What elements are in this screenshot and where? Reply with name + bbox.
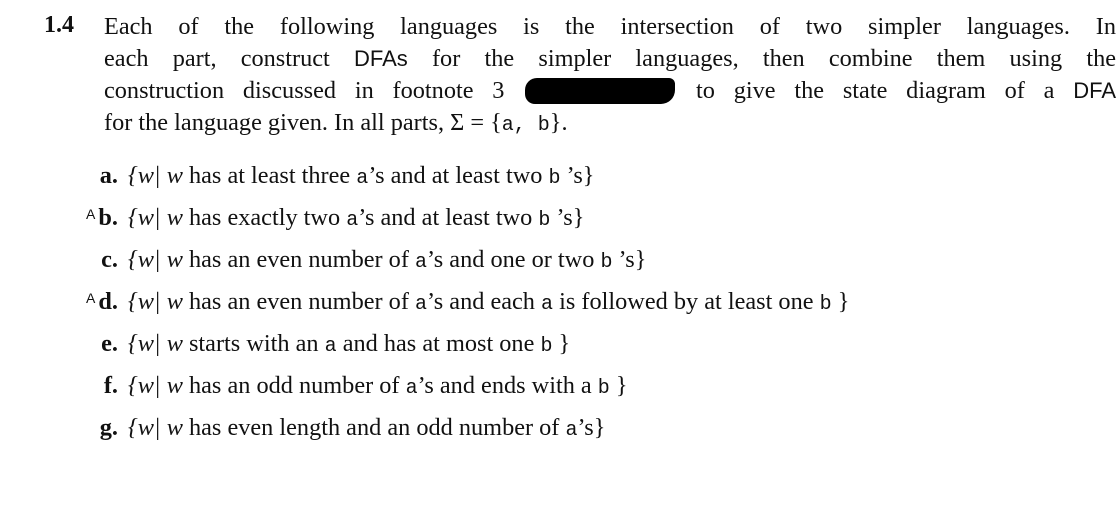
symbol: b xyxy=(597,377,610,400)
variable-w: w xyxy=(166,288,183,315)
item-text-part: ’s} xyxy=(566,162,595,189)
set-prefix: {w| xyxy=(128,372,161,399)
symbol: a xyxy=(415,251,428,274)
dfa-term: DFAs xyxy=(353,46,408,71)
variable-w: w xyxy=(166,330,183,357)
item-text: {w| w has at least three a’s and at leas… xyxy=(128,161,594,194)
redaction-mark xyxy=(525,78,676,104)
intro-line-4: for the language given. In all parts, Σ … xyxy=(104,108,1116,141)
symbol: b xyxy=(538,209,551,232)
item-text-part: } xyxy=(615,372,628,399)
variable-w: w xyxy=(166,414,183,441)
item-label: d. xyxy=(98,288,118,315)
item-text-part: } xyxy=(837,288,850,315)
item-text: {w| w has even length and an odd number … xyxy=(128,413,605,446)
variable-w: w xyxy=(166,204,183,231)
item-text-part: ’s} xyxy=(618,246,647,273)
item-text: {w| w has an odd number of a’s and ends … xyxy=(128,371,628,404)
symbol: b xyxy=(548,167,561,190)
item-text-part: ’s and each xyxy=(427,288,535,315)
item-label: e. xyxy=(101,330,118,357)
item-text-part: and has at most one xyxy=(342,330,535,357)
intro-text-3b: to give the state diagram of a xyxy=(696,77,1055,104)
symbol: a xyxy=(346,209,359,232)
set-prefix: {w| xyxy=(128,204,161,231)
symbol: a xyxy=(541,293,554,316)
dfa-term-singular: DFA xyxy=(1073,78,1116,103)
item-text-part: ’s and ends with a xyxy=(417,372,592,399)
item-label: f. xyxy=(103,372,118,399)
item-text-part: ’s and at least two xyxy=(358,204,533,231)
intro-text-4a: for the language given. In all parts, Σ … xyxy=(104,109,502,136)
item-text-part: ’s and one or two xyxy=(427,246,595,273)
item-text-part: w has exactly two xyxy=(166,204,341,231)
item-label: b. xyxy=(98,204,118,231)
set-prefix: {w| xyxy=(128,330,161,357)
item-text-part: ’s and at least two xyxy=(368,162,543,189)
item-label: c. xyxy=(101,246,118,273)
item-text-part: w has even length and an odd number of xyxy=(166,414,560,441)
intro-text-4b: }. xyxy=(549,109,568,136)
item-text-part: ’s} xyxy=(556,204,585,231)
set-prefix: {w| xyxy=(128,162,161,189)
intro-text-2b: for the simpler languages, then combine … xyxy=(431,45,1116,72)
item-text-part: w has an odd number of xyxy=(166,372,400,399)
item-text: {w| w has exactly two a’s and at least t… xyxy=(128,203,584,236)
symbol: a xyxy=(565,419,578,442)
symbol: a xyxy=(405,377,418,400)
problem-number: 1.4 xyxy=(44,12,74,38)
symbol: b xyxy=(600,251,613,274)
intro-text-2a: each part, construct xyxy=(104,45,330,72)
intro-line-1: Each of the following languages is the i… xyxy=(104,12,1116,42)
intro-text-3a: construction discussed in footnote 3 xyxy=(104,77,505,104)
item-text: {w| w has an even number of a’s and one … xyxy=(128,245,646,278)
variable-w: w xyxy=(166,246,183,273)
item-text-part: w has at least three xyxy=(166,162,351,189)
set-prefix: {w| xyxy=(128,246,161,273)
intro-line-2: each part, construct DFAs for the simple… xyxy=(104,44,1116,74)
item-text: {w| w has an even number of a’s and each… xyxy=(128,287,849,320)
set-prefix: {w| xyxy=(128,288,161,315)
item-label: g. xyxy=(99,414,118,441)
item-text-part: } xyxy=(558,330,571,357)
alphabet-symbols: a, b xyxy=(501,114,550,137)
variable-w: w xyxy=(166,162,183,189)
symbol: b xyxy=(540,335,553,358)
symbol: a xyxy=(415,293,428,316)
symbol: a xyxy=(324,335,337,358)
item-text-part: w has an even number of xyxy=(166,288,409,315)
item-text-part: ’s} xyxy=(577,414,606,441)
intro-text-1: Each of the following languages is the i… xyxy=(104,13,1116,40)
symbol: a xyxy=(356,167,369,190)
intro-line-3: construction discussed in footnote 3 to … xyxy=(104,76,1116,106)
item-text-part: w has an even number of xyxy=(166,246,409,273)
item-text-part: w starts with an xyxy=(166,330,319,357)
item-label: a. xyxy=(99,162,118,189)
symbol: b xyxy=(819,293,832,316)
set-prefix: {w| xyxy=(128,414,161,441)
variable-w: w xyxy=(166,372,183,399)
item-text: {w| w starts with an a and has at most o… xyxy=(128,329,570,362)
item-text-part: is followed by at least one xyxy=(559,288,814,315)
